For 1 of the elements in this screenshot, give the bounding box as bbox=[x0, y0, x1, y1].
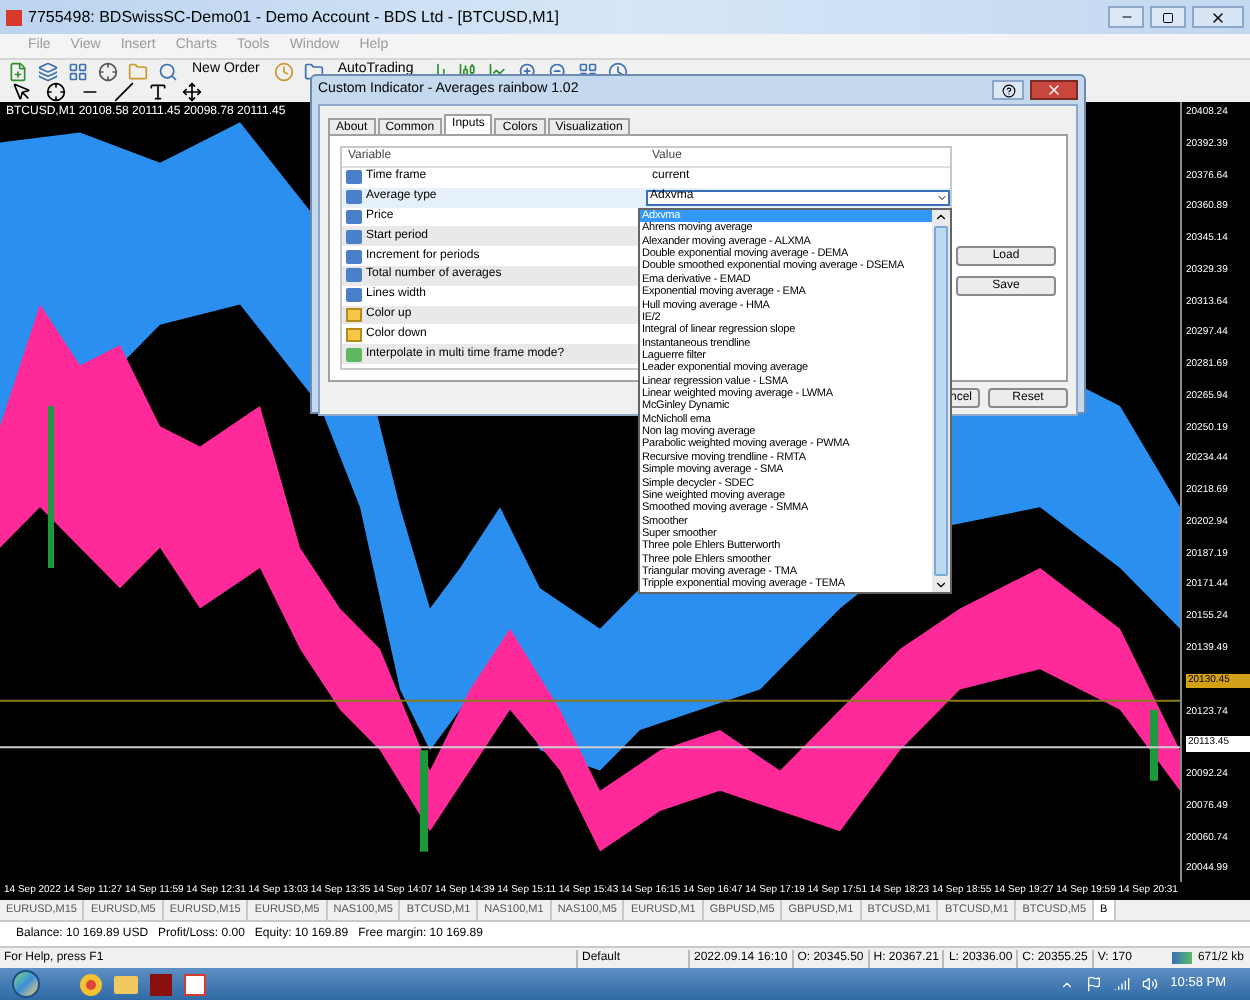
window-title: 7755498: BDSwissSC-Demo01 - Demo Account - BDS Ltd - [BTCUSD,M1] bbox=[28, 5, 559, 29]
